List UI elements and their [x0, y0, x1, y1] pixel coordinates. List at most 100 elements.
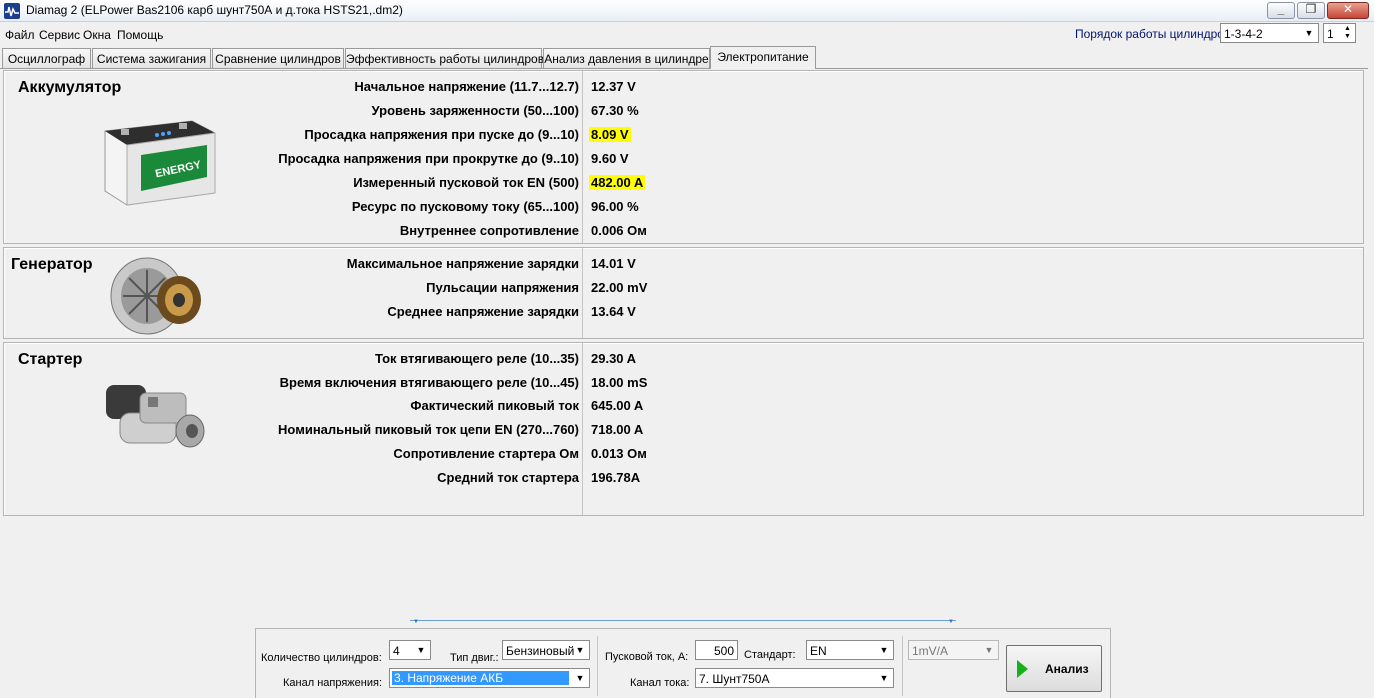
title-bar: Diamag 2 (ELPower Bas2106 карб шунт750А … [0, 0, 1374, 22]
start-current-label: Пусковой ток, А: [605, 651, 689, 663]
metric-label: Время включения втягивающего реле (10...… [279, 374, 579, 390]
metric-value: 18.00 mS [591, 374, 648, 390]
battery-image: ENERGY [97, 111, 217, 210]
tab-ignition[interactable]: Система зажигания [92, 48, 211, 68]
tab-cylinder-efficiency[interactable]: Эффективность работы цилиндров [345, 48, 544, 68]
minimize-icon: _ [1277, 2, 1285, 16]
chevron-down-icon: ▼ [575, 673, 585, 683]
metric-value: 0.013 Ом [591, 445, 647, 461]
engine-type-select[interactable]: Бензиновый ▼ [502, 640, 590, 660]
engine-type-label: Тип двиг.: [450, 652, 499, 664]
generator-panel: Генератор Максимальное напряжение зарядк… [3, 247, 1364, 339]
window-title: Diamag 2 (ELPower Bas2106 карб шунт750А … [26, 3, 403, 17]
menu-windows[interactable]: Окна [83, 28, 111, 42]
divider [582, 71, 583, 243]
play-icon [1017, 660, 1028, 678]
metric-label: Просадка напряжения при прокрутке до (9.… [278, 151, 579, 166]
maximize-icon: ❐ [1305, 2, 1317, 16]
cylinder-count-select[interactable]: 4 ▼ [389, 640, 431, 660]
metric-label: Уровень заряженности (50...100) [371, 103, 579, 118]
metric-value: 482.00 A [589, 175, 646, 190]
metric-value: 12.37 V [591, 79, 636, 94]
menu-service[interactable]: Сервис [39, 28, 80, 42]
start-current-input[interactable]: 500 [695, 640, 738, 660]
divider [582, 343, 583, 515]
tab-pressure-analysis[interactable]: Анализ давления в цилиндре [543, 48, 710, 68]
starter-image [100, 373, 214, 458]
right-edge [1368, 68, 1374, 696]
metric-value: 13.64 V [591, 304, 636, 319]
spin-down-icon[interactable]: ▼ [1341, 33, 1354, 41]
metric-label: Номинальный пиковый ток цепи EN (270...7… [278, 422, 579, 438]
metric-label: Измеренный пусковой ток EN (500) [353, 175, 579, 190]
metric-value: 67.30 % [591, 103, 639, 118]
separator [597, 636, 598, 696]
battery-title: Аккумулятор [18, 79, 122, 96]
close-icon: ✕ [1342, 2, 1354, 16]
spin-up-icon[interactable]: ▲ [1341, 25, 1354, 33]
scale-select: 1mV/A ▼ [908, 640, 999, 660]
chevron-down-icon: ▼ [984, 645, 994, 655]
metric-label: Максимальное напряжение зарядки [346, 256, 579, 271]
metric-label: Просадка напряжения при пуске до (9...10… [304, 127, 579, 142]
voltage-channel-select[interactable]: 3. Напряжение АКБ ▼ [389, 668, 590, 688]
metric-value: 8.09 V [589, 127, 631, 142]
battery-panel: Аккумулятор ENERGY Начальное напряжение … [3, 70, 1364, 244]
cylinder-spin-value: 1 [1327, 27, 1334, 41]
standard-select[interactable]: EN ▼ [806, 640, 894, 660]
chevron-down-icon: ▼ [879, 645, 889, 655]
metric-label: Начальное напряжение (11.7...12.7) [354, 79, 579, 94]
app-icon [4, 3, 20, 19]
analyze-button[interactable]: Анализ [1006, 645, 1102, 692]
cylinder-spin[interactable]: 1 ▲ ▼ [1323, 23, 1356, 43]
menu-file[interactable]: Файл [5, 28, 35, 42]
current-channel-label: Канал тока: [630, 677, 690, 689]
cylinder-order-select[interactable]: 1-3-4-2 ▼ [1220, 23, 1319, 43]
spin-buttons[interactable]: ▲ ▼ [1341, 25, 1354, 41]
splitter-marker-icon: ▼ [413, 619, 419, 625]
separator [902, 636, 903, 696]
engine-type-value: Бензиновый [506, 644, 575, 658]
starter-title: Стартер [18, 351, 83, 368]
cylinder-count-label: Количество цилиндров: [261, 652, 382, 664]
tab-divider [0, 68, 1374, 69]
metric-label: Среднее напряжение зарядки [387, 304, 579, 319]
splitter-marker-icon: ▼ [948, 619, 954, 625]
start-current-value: 500 [713, 644, 734, 658]
metric-value: 14.01 V [591, 256, 636, 271]
tab-cylinder-compare[interactable]: Сравнение цилиндров [212, 48, 344, 68]
generator-image [107, 252, 217, 341]
cylinder-order-value: 1-3-4-2 [1224, 27, 1263, 41]
analyze-label: Анализ [1045, 662, 1089, 676]
tab-power[interactable]: Электропитание [710, 46, 816, 69]
metric-value: 196.78A [591, 469, 641, 485]
generator-title: Генератор [11, 256, 93, 273]
minimize-button[interactable]: _ [1267, 2, 1295, 19]
chevron-down-icon: ▼ [1304, 28, 1314, 38]
chevron-down-icon: ▼ [879, 673, 889, 683]
menu-help[interactable]: Помощь [117, 28, 163, 42]
chevron-down-icon: ▼ [575, 645, 585, 655]
standard-label: Стандарт: [744, 649, 796, 661]
current-channel-select[interactable]: 7. Шунт750А ▼ [695, 668, 894, 688]
metric-value: 718.00 A [591, 422, 644, 438]
cylinder-count-value: 4 [393, 644, 400, 658]
starter-panel: Стартер Ток втягивающего реле (10...35) 2… [3, 342, 1364, 516]
current-channel-value: 7. Шунт750А [699, 672, 770, 686]
chevron-down-icon: ▼ [416, 645, 426, 655]
close-button[interactable]: ✕ [1327, 2, 1369, 19]
divider [582, 248, 583, 338]
voltage-channel-value: 3. Напряжение АКБ [392, 671, 569, 685]
tab-oscilloscope[interactable]: Осциллограф [2, 48, 91, 68]
maximize-button[interactable]: ❐ [1297, 2, 1325, 19]
metric-label: Средний ток стартера [437, 469, 579, 485]
standard-value: EN [810, 644, 827, 658]
metric-label: Пульсации напряжения [426, 280, 579, 295]
scale-value: 1mV/A [912, 644, 949, 658]
panel-splitter[interactable]: ▼ ▼ [410, 619, 956, 626]
metric-value: 29.30 A [591, 351, 637, 366]
metric-label: Сопротивление стартера Ом [393, 445, 579, 461]
metric-value: 9.60 V [591, 151, 629, 166]
metric-label: Внутреннее сопротивление [399, 223, 579, 238]
metric-value: 0.006 Ом [591, 223, 647, 238]
